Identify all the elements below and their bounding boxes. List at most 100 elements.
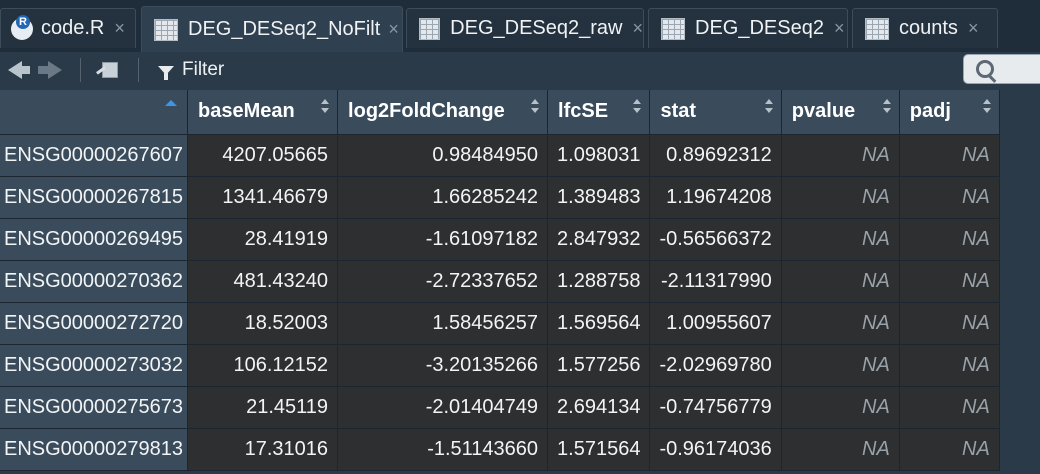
sort-icon <box>882 99 891 121</box>
column-header-lfcse[interactable]: lfcSE <box>547 90 651 135</box>
tab-label: DEG_DESeq2_raw <box>450 17 623 39</box>
table-cell: 4207.05665 <box>187 134 339 177</box>
tab-deg-deseq2[interactable]: DEG_DESeq2 × <box>648 8 848 48</box>
tab-label: DEG_DESeq2_NoFilt <box>188 18 381 40</box>
toolbar-divider <box>138 58 139 82</box>
row-name-cell: ENSG00000272720 <box>0 302 189 345</box>
data-grid-icon <box>419 17 441 40</box>
column-header-padj[interactable]: padj <box>899 90 1000 135</box>
table-cell: NA <box>899 386 1000 429</box>
table-row: ENSG00000275673 21.45119 -2.01404749 2.6… <box>0 386 1000 429</box>
table-row: ENSG00000272720 18.52003 1.58456257 1.56… <box>0 302 1000 345</box>
table-cell: -2.11317990 <box>649 260 782 303</box>
table-cell: 2.694134 <box>547 386 651 429</box>
table-cell: -1.51143660 <box>337 428 549 471</box>
table-cell: -0.74756779 <box>649 386 782 429</box>
table-row: ENSG00000267815 1341.46679 1.66285242 1.… <box>0 176 1000 219</box>
table-cell: NA <box>781 134 900 177</box>
table-cell: NA <box>899 344 1000 387</box>
table-cell: NA <box>899 218 1000 261</box>
table-cell: NA <box>781 260 900 303</box>
data-grid-icon <box>865 17 889 40</box>
column-header-label: lfcSE <box>558 100 609 123</box>
table-cell: -2.02969780 <box>649 344 782 387</box>
close-icon[interactable]: × <box>632 18 643 39</box>
data-table: baseMean log2FoldChange lfcSE stat pvalu… <box>0 90 1000 471</box>
table-cell: 1.66285242 <box>337 176 549 219</box>
tab-label: DEG_DESeq2 <box>695 17 824 39</box>
table-cell: 1341.46679 <box>187 176 339 219</box>
table-cell: -3.20135266 <box>337 344 549 387</box>
table-cell: NA <box>899 260 1000 303</box>
data-viewer-grid: baseMean log2FoldChange lfcSE stat pvalu… <box>0 88 1040 474</box>
column-header-label: padj <box>909 100 951 123</box>
table-cell: 106.12152 <box>187 344 339 387</box>
table-row: ENSG00000269495 28.41919 -1.61097182 2.8… <box>0 218 1000 261</box>
column-header-stat[interactable]: stat <box>649 90 782 135</box>
table-cell: NA <box>781 344 900 387</box>
table-cell: 1.58456257 <box>337 302 549 345</box>
column-header-pvalue[interactable]: pvalue <box>781 90 900 135</box>
row-name-cell: ENSG00000279813 <box>0 428 189 471</box>
filter-button[interactable]: Filter <box>158 56 224 84</box>
tab-deg-deseq2-nofilt[interactable]: DEG_DESeq2_NoFilt × <box>141 6 403 52</box>
table-cell: NA <box>899 302 1000 345</box>
column-header-label: log2FoldChange <box>348 100 505 123</box>
table-cell: 28.41919 <box>187 218 339 261</box>
sort-icon <box>633 99 642 121</box>
table-cell: 1.098031 <box>547 134 651 177</box>
table-cell: NA <box>899 134 1000 177</box>
table-cell: -2.72337652 <box>337 260 549 303</box>
table-cell: -0.96174036 <box>649 428 782 471</box>
row-name-cell: ENSG00000269495 <box>0 218 189 261</box>
tab-code-r[interactable]: R code.R × <box>0 8 136 48</box>
table-cell: 1.288758 <box>547 260 651 303</box>
table-cell: 1.389483 <box>547 176 651 219</box>
column-header-log2foldchange[interactable]: log2FoldChange <box>337 90 549 135</box>
table-row: ENSG00000267607 4207.05665 0.98484950 1.… <box>0 134 1000 177</box>
table-cell: -0.56566372 <box>649 218 782 261</box>
table-row: ENSG00000279813 17.31016 -1.51143660 1.5… <box>0 428 1000 471</box>
row-name-cell: ENSG00000275673 <box>0 386 189 429</box>
table-cell: 0.89692312 <box>649 134 782 177</box>
popout-window-icon[interactable] <box>96 60 120 80</box>
column-header-label: baseMean <box>198 100 295 123</box>
table-cell: NA <box>899 428 1000 471</box>
header-row: baseMean log2FoldChange lfcSE stat pvalu… <box>0 90 1000 135</box>
row-name-cell: ENSG00000267815 <box>0 176 189 219</box>
column-header-basemean[interactable]: baseMean <box>187 90 339 135</box>
toolbar-divider <box>80 58 81 82</box>
table-cell: NA <box>781 386 900 429</box>
close-icon[interactable]: × <box>388 19 399 40</box>
filter-icon <box>158 65 174 80</box>
table-cell: NA <box>781 176 900 219</box>
tab-counts[interactable]: counts × <box>852 8 998 48</box>
close-icon[interactable]: × <box>834 18 845 39</box>
table-cell: 1.00955607 <box>649 302 782 345</box>
row-name-cell: ENSG00000273032 <box>0 344 189 387</box>
sort-icon <box>764 99 773 121</box>
table-cell: 1.19674208 <box>649 176 782 219</box>
r-script-icon: R <box>11 14 33 40</box>
row-name-cell: ENSG00000267607 <box>0 134 189 177</box>
close-icon[interactable]: × <box>968 18 979 39</box>
table-row: ENSG00000273032 106.12152 -3.20135266 1.… <box>0 344 1000 387</box>
search-input[interactable] <box>963 54 1040 84</box>
close-icon[interactable]: × <box>114 18 125 39</box>
table-cell: 0.98484950 <box>337 134 549 177</box>
tab-label: counts <box>899 17 958 39</box>
table-cell: -1.61097182 <box>337 218 549 261</box>
table-cell: 481.43240 <box>187 260 339 303</box>
filter-label: Filter <box>182 59 225 80</box>
table-cell: 2.847932 <box>547 218 651 261</box>
table-cell: 18.52003 <box>187 302 339 345</box>
tab-deg-deseq2-raw[interactable]: DEG_DESeq2_raw × <box>406 8 644 48</box>
column-header-rownames[interactable] <box>0 90 189 135</box>
sort-icon <box>531 99 540 121</box>
table-cell: NA <box>781 428 900 471</box>
data-grid-icon <box>154 18 178 41</box>
editor-tab-bar: R code.R × DEG_DESeq2_NoFilt × DEG_DESeq… <box>0 0 1040 52</box>
viewer-toolbar: Filter <box>0 52 1040 88</box>
row-name-cell: ENSG00000270362 <box>0 260 189 303</box>
table-cell: -2.01404749 <box>337 386 549 429</box>
